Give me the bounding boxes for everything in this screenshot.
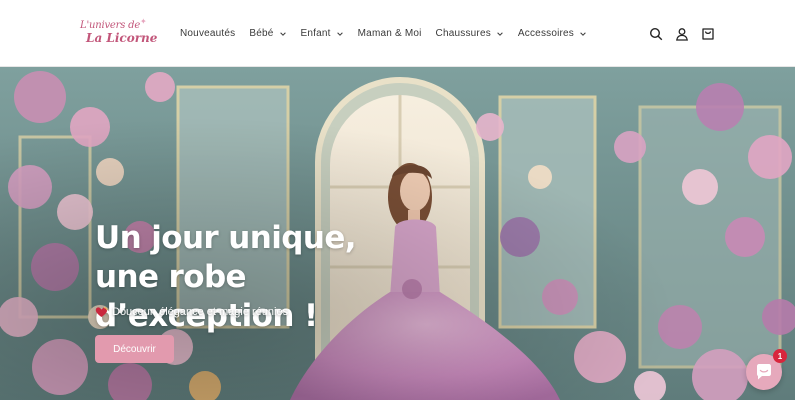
search-icon[interactable]: [643, 22, 669, 46]
chat-unread-badge: 1: [773, 349, 787, 363]
site-header: L'univers de ✦ La Licorne Nouveautés Béb…: [0, 0, 795, 67]
nav-item-label: Bébé: [249, 28, 274, 39]
nav-item-label: Maman & Moi: [357, 28, 422, 39]
nav-item-maman-moi[interactable]: Maman & Moi: [351, 19, 429, 49]
header-icons: [643, 22, 721, 46]
nav-item-nouveautes[interactable]: Nouveautés: [173, 19, 242, 49]
nav-item-chaussures[interactable]: Chaussures: [429, 19, 511, 49]
heart-icon: [95, 307, 108, 317]
nav-item-label: Enfant: [300, 28, 331, 39]
chevron-down-icon: [580, 31, 586, 36]
hero-subtitle: Douceur, élégance et magie réunies: [95, 306, 288, 318]
cart-icon[interactable]: [695, 22, 721, 46]
discover-button[interactable]: Découvrir: [95, 335, 174, 363]
chat-icon: [757, 364, 771, 380]
nav-item-accessoires[interactable]: Accessoires: [511, 19, 594, 49]
chevron-down-icon: [497, 31, 503, 36]
nav-item-bebe[interactable]: Bébé: [242, 19, 293, 49]
hero-title: Un jour unique, une robe d’exception !: [95, 220, 357, 334]
logo-line-1: L'univers de: [80, 20, 141, 31]
nav-item-label: Nouveautés: [180, 28, 236, 39]
nav-item-enfant[interactable]: Enfant: [294, 19, 351, 49]
hero-subtitle-text: Douceur, élégance et magie réunies: [112, 306, 289, 318]
main-nav: Nouveautés Bébé Enfant Maman & Moi Chaus…: [173, 0, 594, 67]
logo-line-2: La Licorne: [86, 31, 158, 45]
nav-item-label: Chaussures: [435, 28, 491, 39]
sparkle-icon: ✦: [140, 17, 147, 26]
chevron-down-icon: [336, 31, 343, 36]
nav-item-label: Accessoires: [517, 28, 575, 39]
account-icon[interactable]: [669, 22, 695, 46]
site-logo[interactable]: L'univers de ✦ La Licorne: [78, 17, 157, 48]
hero-banner: Un jour unique, une robe d’exception ! D…: [0, 67, 795, 400]
chevron-down-icon: [279, 31, 286, 36]
